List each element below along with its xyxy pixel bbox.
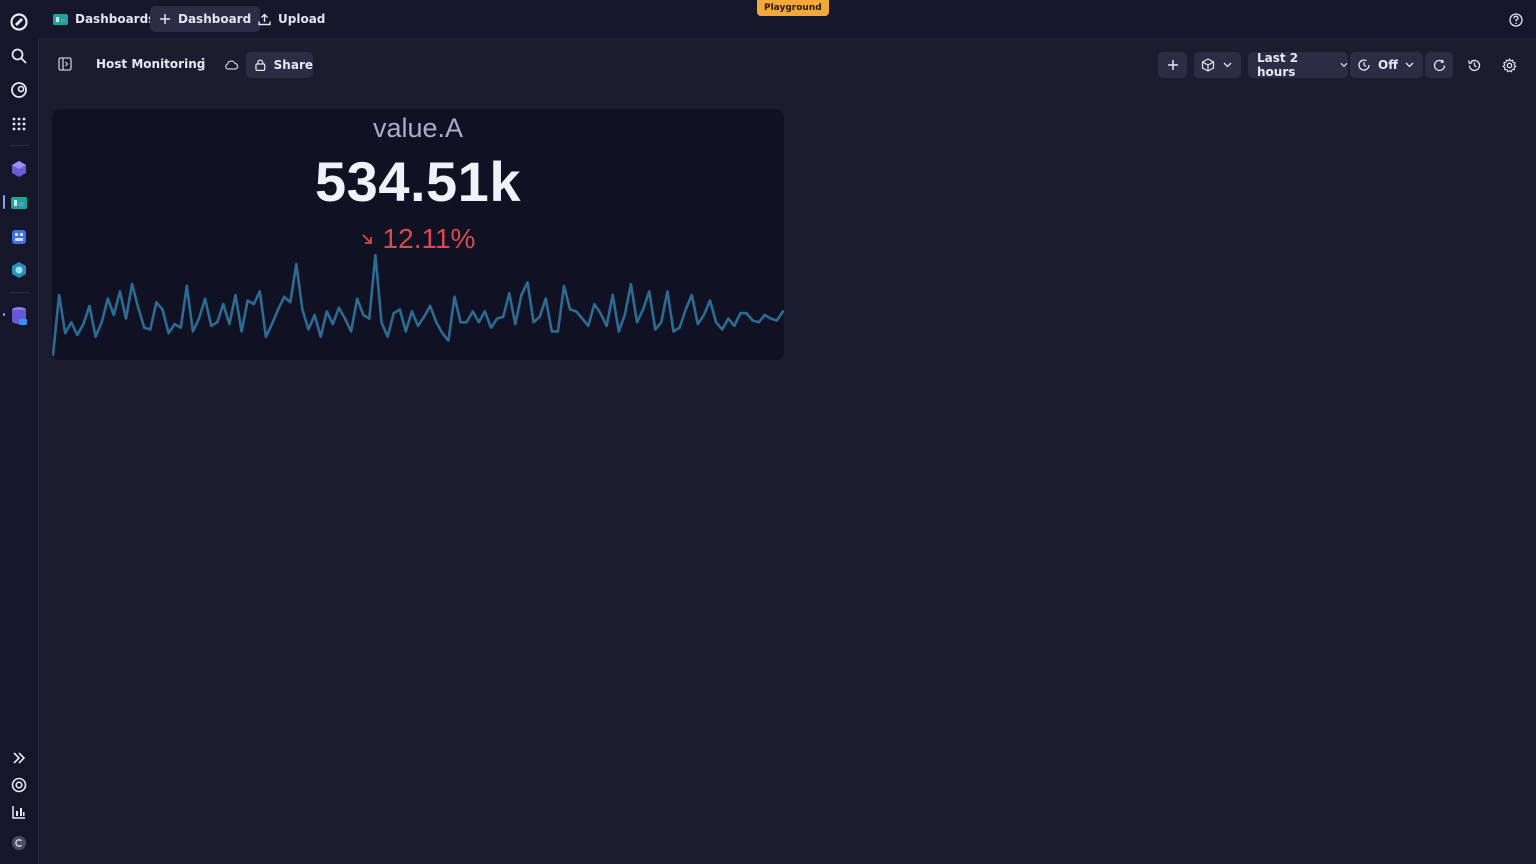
upload-icon [258,13,271,25]
search-icon[interactable] [7,44,31,68]
help-icon[interactable] [1508,12,1524,28]
plus-icon [160,14,170,24]
app-sidebar [0,0,39,864]
dashboards-button[interactable]: Dashboards [44,6,164,32]
sidebar-divider [9,292,29,293]
auto-refresh-icon [1358,59,1370,71]
chevron-down-icon [1340,62,1348,68]
refresh-icon [1433,58,1445,71]
timeframe-selector[interactable]: Last 2 hours [1248,51,1348,79]
sidebar-toggle-icon[interactable] [58,56,72,72]
notebooks-app-icon[interactable] [7,225,31,249]
dashboards-app-icon [53,13,68,25]
expand-sidebar-icon[interactable] [7,746,31,770]
sidebar-divider [9,145,29,146]
new-dashboard-label: Dashboard [178,12,252,26]
active-app-indicator [3,195,5,209]
help-support-icon[interactable] [7,773,31,797]
segments-dropdown[interactable] [1194,52,1241,78]
tile-title: value.A [372,113,464,143]
refresh-interval-label: Off [1378,58,1398,72]
cloud-saved-icon [223,56,239,72]
timeframe-label: Last 2 hours [1257,51,1299,79]
database-app-icon[interactable] [7,304,31,328]
sparkline-chart [52,253,784,357]
chevron-down-icon [1223,62,1232,68]
new-dashboard-button[interactable]: Dashboard [150,6,261,32]
version-history-icon[interactable] [1466,57,1482,73]
upload-button[interactable]: Upload [249,6,334,32]
share-label: Share [273,58,313,72]
arrow-down-right-icon [361,234,372,244]
dashboard-title[interactable]: Host Monitoring [96,56,205,72]
chevron-down-icon [1405,62,1414,68]
refresh-button[interactable] [1425,52,1453,78]
share-button[interactable]: Share [246,52,313,78]
plus-icon [1167,60,1178,70]
apps-grid-icon[interactable] [7,112,31,136]
sparkline-series [52,253,784,357]
lock-icon [255,59,266,71]
add-tile-button[interactable] [1158,52,1187,78]
refresh-interval-dropdown[interactable]: Off [1350,52,1423,78]
more-options-icon[interactable] [195,56,211,72]
app-indicator-dot [3,313,5,316]
settings-gear-icon[interactable] [1501,57,1517,73]
environment-badge: Playground [757,0,829,16]
services-app-icon[interactable] [7,258,31,282]
user-avatar-icon[interactable] [7,831,31,855]
dashboard-toolbar: Host Monitoring Share Last 2 hours Off [38,38,1536,90]
single-value-tile[interactable]: value.A 534.51k 12.11% [52,109,784,360]
cube-app-icon[interactable] [7,157,31,181]
dashboards-app-icon[interactable] [7,191,31,215]
cube-icon [1201,58,1215,72]
upload-label: Upload [278,12,326,26]
explore-icon[interactable] [7,78,31,102]
dashboards-label: Dashboards [75,12,156,26]
logo-icon[interactable] [7,10,31,34]
analytics-icon[interactable] [7,800,31,824]
tile-value: 534.51k [315,150,521,213]
